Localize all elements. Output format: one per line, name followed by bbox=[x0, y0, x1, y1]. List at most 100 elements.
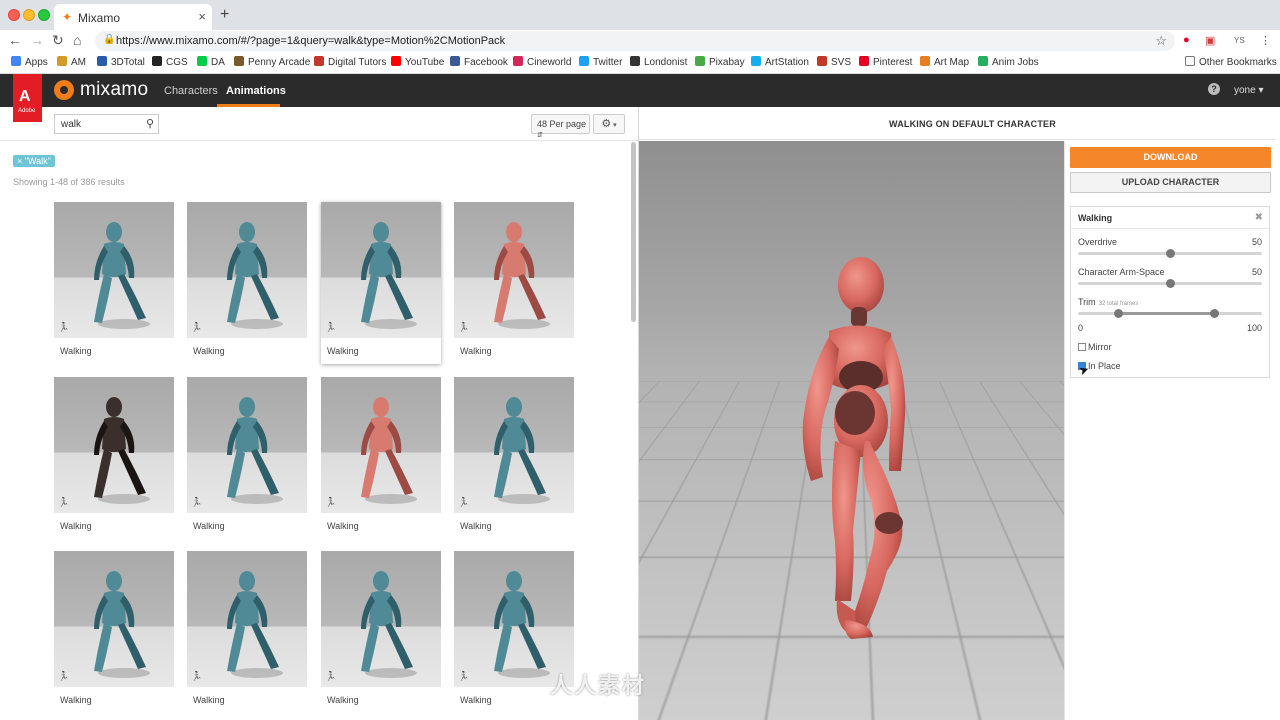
animation-card-label: Walking bbox=[327, 695, 359, 705]
per-page-select[interactable]: 48 Per page ⇵ bbox=[531, 114, 590, 139]
bookmark-label: Anim Jobs bbox=[992, 57, 1039, 68]
bookmark-label: Facebook bbox=[464, 57, 508, 68]
bookmark-youtube[interactable]: YouTube bbox=[391, 56, 444, 68]
overdrive-value: 50 bbox=[1251, 237, 1262, 247]
bookmark-twitter[interactable]: Twitter bbox=[579, 56, 622, 68]
apps-grid-icon bbox=[11, 56, 21, 66]
back-arrow-icon[interactable]: ← bbox=[8, 32, 22, 48]
trim-start-handle[interactable] bbox=[1114, 309, 1124, 318]
motion-type-icon: 🏃 bbox=[325, 497, 337, 507]
help-icon[interactable]: ? bbox=[1208, 83, 1220, 95]
tab-close-icon[interactable]: × bbox=[198, 9, 206, 24]
animation-thumbnail[interactable]: 🏃 bbox=[321, 551, 441, 687]
animation-settings-panel: Walking ✖ Overdrive 50 Character Arm-Spa… bbox=[1070, 206, 1270, 378]
animation-thumbnail[interactable]: 🏃 bbox=[187, 202, 307, 338]
bookmark-facebook[interactable]: Facebook bbox=[450, 56, 508, 68]
animation-card[interactable]: 🏃 Walking bbox=[321, 551, 441, 713]
animation-thumbnail[interactable]: 🏃 bbox=[54, 377, 174, 513]
character-figure bbox=[94, 571, 150, 678]
overdrive-slider-handle[interactable] bbox=[1166, 249, 1175, 258]
bookmark-apps[interactable]: Apps bbox=[11, 56, 48, 68]
pinterest-extension-icon[interactable]: ● bbox=[1183, 34, 1190, 46]
trim-end-handle[interactable] bbox=[1210, 309, 1220, 318]
bookmark-pinterest[interactable]: Pinterest bbox=[859, 56, 912, 68]
character-figure bbox=[494, 571, 550, 678]
user-name: yone bbox=[1234, 85, 1256, 96]
trim-range-slider[interactable] bbox=[1078, 309, 1262, 318]
animation-card[interactable]: 🏃 Walking bbox=[321, 202, 441, 364]
window-zoom-button[interactable] bbox=[38, 9, 50, 21]
bookmark-star-icon[interactable]: ☆ bbox=[1155, 33, 1167, 49]
motion-type-icon: 🏃 bbox=[191, 322, 203, 332]
animation-thumbnail[interactable]: 🏃 bbox=[187, 551, 307, 687]
bookmark-cineworld[interactable]: Cineworld bbox=[513, 56, 571, 68]
animation-thumbnail[interactable]: 🏃 bbox=[454, 551, 574, 687]
animation-thumbnail[interactable]: 🏃 bbox=[454, 377, 574, 513]
bookmark-am[interactable]: AM bbox=[57, 56, 86, 68]
close-icon[interactable]: ✖ bbox=[1255, 212, 1263, 223]
animation-card[interactable]: 🏃 Walking bbox=[187, 202, 307, 364]
select-arrows-icon: ⇵ bbox=[537, 132, 543, 139]
animation-thumbnail[interactable]: 🏃 bbox=[54, 202, 174, 338]
viewer-header: WALKING ON DEFAULT CHARACTER bbox=[639, 107, 1276, 140]
per-page-value: 48 Per page bbox=[537, 119, 587, 129]
bookmark-cgs[interactable]: CGS bbox=[152, 56, 188, 68]
bookmark-artstation[interactable]: ArtStation bbox=[751, 56, 809, 68]
animation-card[interactable]: 🏃 Walking bbox=[187, 551, 307, 713]
animation-card[interactable]: 🏃 Walking bbox=[54, 377, 174, 539]
animation-card[interactable]: 🏃 Walking bbox=[54, 551, 174, 713]
animation-card[interactable]: 🏃 Walking bbox=[187, 377, 307, 539]
animation-thumbnail[interactable]: 🏃 bbox=[187, 377, 307, 513]
nav-characters[interactable]: Characters bbox=[164, 85, 218, 97]
extension-icon[interactable]: ▣ bbox=[1205, 34, 1215, 47]
menu-kebab-icon[interactable]: ⋮ bbox=[1260, 34, 1271, 47]
animation-thumbnail[interactable]: 🏃 bbox=[321, 377, 441, 513]
3d-viewport[interactable] bbox=[639, 141, 1064, 720]
download-button[interactable]: DOWNLOAD bbox=[1070, 147, 1271, 168]
trim-range-fill bbox=[1118, 312, 1215, 315]
other-bookmarks[interactable]: Other Bookmarks bbox=[1185, 56, 1277, 68]
arm-space-slider[interactable] bbox=[1078, 279, 1262, 288]
results-count: Showing 1-48 of 386 results bbox=[13, 177, 125, 187]
bookmark-svs[interactable]: SVS bbox=[817, 56, 851, 68]
search-icon[interactable]: ⚲ bbox=[146, 117, 154, 130]
nav-animations[interactable]: Animations bbox=[226, 85, 286, 97]
search-box[interactable]: ⚲ bbox=[54, 114, 159, 134]
animation-card[interactable]: 🏃 Walking bbox=[321, 377, 441, 539]
bookmark-pixabay[interactable]: Pixabay bbox=[695, 56, 745, 68]
filter-chip[interactable]: × "Walk" bbox=[13, 155, 55, 167]
arm-space-slider-handle[interactable] bbox=[1166, 279, 1175, 288]
animation-thumbnail[interactable]: 🏃 bbox=[54, 551, 174, 687]
overdrive-slider[interactable] bbox=[1078, 249, 1262, 258]
home-icon[interactable]: ⌂ bbox=[73, 32, 81, 48]
settings-dropdown-button[interactable]: ⚙ ▾ bbox=[593, 114, 625, 134]
animation-card[interactable]: 🏃 Walking bbox=[54, 202, 174, 364]
bookmark-londonist[interactable]: Londonist bbox=[630, 56, 687, 68]
window-close-button[interactable] bbox=[8, 9, 20, 21]
bookmark-3dtotal[interactable]: 3DTotal bbox=[97, 56, 145, 68]
browser-tab[interactable]: ✦ Mixamo × bbox=[54, 4, 212, 30]
new-tab-icon[interactable]: + bbox=[220, 6, 229, 24]
forward-arrow-icon[interactable]: → bbox=[30, 32, 44, 48]
mirror-checkbox[interactable] bbox=[1078, 343, 1086, 351]
bookmark-digital-tutors[interactable]: Digital Tutors bbox=[314, 56, 386, 68]
animation-card[interactable]: 🏃 Walking bbox=[454, 377, 574, 539]
profile-avatar[interactable]: YS bbox=[1234, 36, 1245, 45]
search-input[interactable] bbox=[61, 118, 139, 130]
bookmark-anim-jobs[interactable]: Anim Jobs bbox=[978, 56, 1039, 68]
adobe-logo[interactable]: A Adobe bbox=[13, 74, 42, 122]
bookmark-da[interactable]: DA bbox=[197, 56, 225, 68]
address-bar[interactable]: 🔒 https://www.mixamo.com/#/?page=1&query… bbox=[95, 31, 1175, 51]
scrollbar[interactable] bbox=[631, 142, 636, 322]
upload-character-button[interactable]: UPLOAD CHARACTER bbox=[1070, 172, 1271, 193]
motion-type-icon: 🏃 bbox=[58, 671, 70, 681]
animation-thumbnail[interactable]: 🏃 bbox=[454, 202, 574, 338]
user-menu[interactable]: yone ▾ bbox=[1234, 85, 1264, 96]
penny-arcade-icon bbox=[234, 56, 244, 66]
animation-card[interactable]: 🏃 Walking bbox=[454, 202, 574, 364]
bookmark-penny-arcade[interactable]: Penny Arcade bbox=[234, 56, 310, 68]
bookmark-art-map[interactable]: Art Map bbox=[920, 56, 969, 68]
window-minimize-button[interactable] bbox=[23, 9, 35, 21]
animation-thumbnail[interactable]: 🏃 bbox=[321, 202, 441, 338]
reload-icon[interactable]: ↻ bbox=[52, 32, 64, 49]
